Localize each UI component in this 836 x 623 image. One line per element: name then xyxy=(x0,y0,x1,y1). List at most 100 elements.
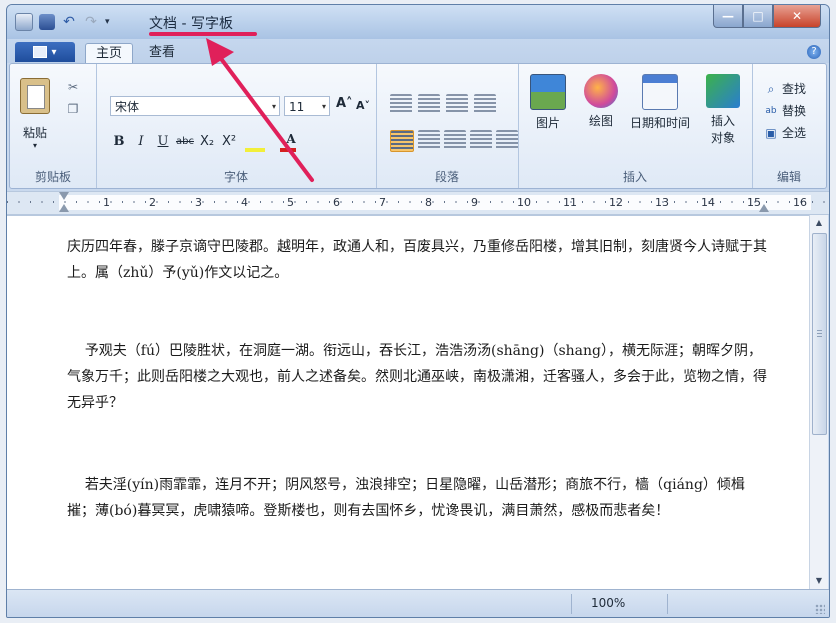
ruler-number: 2 xyxy=(149,196,156,209)
undo-icon[interactable]: ↶ xyxy=(61,14,77,30)
redo-icon[interactable]: ↷ xyxy=(83,14,99,30)
wordpad-app-icon[interactable] xyxy=(15,13,33,31)
paragraph-row-top xyxy=(390,94,496,114)
ruler-number: 14 xyxy=(701,196,715,209)
document-editor[interactable]: 庆历四年春，滕子京谪守巴陵郡。越明年，政通人和，百废具兴，乃重修岳阳楼，增其旧制… xyxy=(7,215,809,590)
select-all-button[interactable]: ▣ 全选 xyxy=(764,124,806,141)
first-line-indent-marker[interactable] xyxy=(59,192,69,200)
title-highlight-underline xyxy=(149,32,257,36)
ruler-number: 1 xyxy=(103,196,110,209)
title-bar: ↶ ↷ ▾ 文档 - 写字板 — □ ✕ xyxy=(7,5,829,39)
insert-object-label-line1: 插入 xyxy=(710,114,735,128)
insert-object-button[interactable]: 插入 对象 xyxy=(706,74,740,146)
scrollbar-thumb[interactable] xyxy=(812,233,827,435)
scroll-up-icon[interactable]: ▲ xyxy=(810,215,828,231)
left-indent-marker[interactable] xyxy=(59,204,69,212)
copy-icon[interactable]: ❐ xyxy=(66,102,80,116)
replace-icon: ab xyxy=(765,105,777,116)
editing-group: ⌕ 查找 ab 替换 ▣ 全选 编辑 xyxy=(752,64,826,188)
paste-label: 粘贴 xyxy=(22,126,47,140)
underline-button[interactable]: U xyxy=(154,132,172,152)
vertical-scrollbar[interactable]: ▲ ▼ xyxy=(809,215,828,589)
replace-label: 替换 xyxy=(782,104,807,118)
document-paragraph[interactable]: 予观夫（fú）巴陵胜状，在洞庭一湖。衔远山，吞长江，浩浩汤汤(shāng)（sh… xyxy=(67,338,767,416)
customize-quick-access-icon[interactable]: ▾ xyxy=(105,17,110,27)
find-label: 查找 xyxy=(782,82,807,96)
zoom-level[interactable]: 100% xyxy=(591,596,625,610)
paste-dropdown-arrow-icon: ▾ xyxy=(32,141,37,150)
tab-view[interactable]: 查看 xyxy=(139,43,185,63)
wordpad-window: ↶ ↷ ▾ 文档 - 写字板 — □ ✕ ▾ 主页 查看 ? 粘贴 ▾ ✂ ❐ … xyxy=(6,4,830,618)
scroll-down-icon[interactable]: ▼ xyxy=(810,573,828,589)
document-paragraph[interactable]: 庆历四年春，滕子京谪守巴陵郡。越明年，政通人和，百废具兴，乃重修岳阳楼，增其旧制… xyxy=(67,234,767,286)
font-size-select[interactable]: 11 ▾ xyxy=(284,96,330,116)
insert-object-label-line2: 对象 xyxy=(710,131,735,145)
font-family-select[interactable]: 宋体 ▾ xyxy=(110,96,280,116)
italic-button[interactable]: I xyxy=(132,132,150,152)
align-right-icon[interactable] xyxy=(444,130,466,150)
scrollbar-grip xyxy=(817,330,822,338)
scissors-icon[interactable]: ✂ xyxy=(66,80,80,94)
decrease-indent-icon[interactable] xyxy=(390,94,412,114)
paint-palette-icon xyxy=(584,74,618,108)
shrink-font-button[interactable]: A˅ xyxy=(356,99,370,112)
clipboard-group-label: 剪贴板 xyxy=(34,170,71,184)
font-format-row: B I U abc X₂ X² A xyxy=(110,132,306,152)
application-menu-button[interactable]: ▾ xyxy=(15,42,75,62)
bold-button[interactable]: B xyxy=(110,132,128,152)
clipboard-group: 粘贴 ▾ ✂ ❐ 剪贴板 xyxy=(10,64,97,188)
picture-icon xyxy=(530,74,566,110)
document-paragraph[interactable]: 若夫淫(yín)雨霏霏，连月不开；阴风怒号，浊浪排空；日星隐曜，山岳潜形；商旅不… xyxy=(67,472,767,524)
superscript-button[interactable]: X² xyxy=(220,132,238,152)
paint-drawing-button[interactable]: 绘图 xyxy=(584,74,618,129)
replace-button[interactable]: ab 替换 xyxy=(764,102,806,119)
font-family-value: 宋体 xyxy=(115,100,140,114)
ruler-number: 4 xyxy=(241,196,248,209)
ruler-number: 13 xyxy=(655,196,669,209)
align-left-icon[interactable] xyxy=(390,130,414,152)
resize-grip[interactable] xyxy=(815,604,825,614)
minimize-button[interactable]: — xyxy=(713,5,743,28)
paragraph-settings-icon[interactable] xyxy=(496,130,518,150)
datetime-button[interactable]: 日期和时间 xyxy=(630,74,690,131)
font-color-button[interactable]: A xyxy=(276,132,306,152)
help-icon[interactable]: ? xyxy=(807,45,821,59)
insert-picture-button[interactable]: 图片 xyxy=(530,74,566,131)
ribbon: 粘贴 ▾ ✂ ❐ 剪贴板 宋体 ▾ 11 ▾ A˄ A˅ B I U abc X… xyxy=(9,63,827,189)
status-bar: 100% xyxy=(7,589,829,617)
strikethrough-button[interactable]: abc xyxy=(176,132,194,152)
editing-group-label: 编辑 xyxy=(776,170,801,184)
align-center-icon[interactable] xyxy=(418,130,440,150)
datetime-label: 日期和时间 xyxy=(630,116,691,130)
ruler-number: 9 xyxy=(471,196,478,209)
status-separator xyxy=(571,594,572,614)
tab-home[interactable]: 主页 xyxy=(85,43,134,64)
ruler-number: 11 xyxy=(563,196,577,209)
paragraph-row-bottom xyxy=(390,130,518,152)
highlight-color-swatch xyxy=(245,148,265,152)
justify-icon[interactable] xyxy=(470,130,492,150)
ruler-number: 12 xyxy=(609,196,623,209)
font-family-dropdown-icon: ▾ xyxy=(271,102,276,111)
increase-indent-icon[interactable] xyxy=(418,94,440,114)
binoculars-icon: ⌕ xyxy=(767,81,775,96)
document-text[interactable]: 庆历四年春，滕子京谪守巴陵郡。越明年，政通人和，百废具兴，乃重修岳阳楼，增其旧制… xyxy=(67,234,767,580)
bullet-list-icon[interactable] xyxy=(446,94,468,114)
ruler-number: 15 xyxy=(747,196,761,209)
find-button[interactable]: ⌕ 查找 xyxy=(764,80,806,97)
ruler[interactable]: 1 2 3 4 5 6 7 8 9 10 11 12 13 14 15 16 xyxy=(7,191,829,215)
ruler-number: 7 xyxy=(379,196,386,209)
calendar-icon xyxy=(642,74,678,110)
highlight-color-button[interactable] xyxy=(242,132,272,152)
grow-font-button[interactable]: A˄ xyxy=(336,96,353,111)
window-title: 文档 - 写字板 xyxy=(149,16,233,32)
close-button[interactable]: ✕ xyxy=(773,5,821,28)
paste-button[interactable]: 粘贴 ▾ xyxy=(20,78,50,150)
subscript-button[interactable]: X₂ xyxy=(198,132,216,152)
paragraph-group-label: 段落 xyxy=(434,170,459,184)
ruler-number: 8 xyxy=(425,196,432,209)
save-icon[interactable] xyxy=(39,14,55,30)
line-spacing-icon[interactable] xyxy=(474,94,496,114)
insert-group-label: 插入 xyxy=(622,170,647,184)
maximize-button[interactable]: □ xyxy=(743,5,773,28)
